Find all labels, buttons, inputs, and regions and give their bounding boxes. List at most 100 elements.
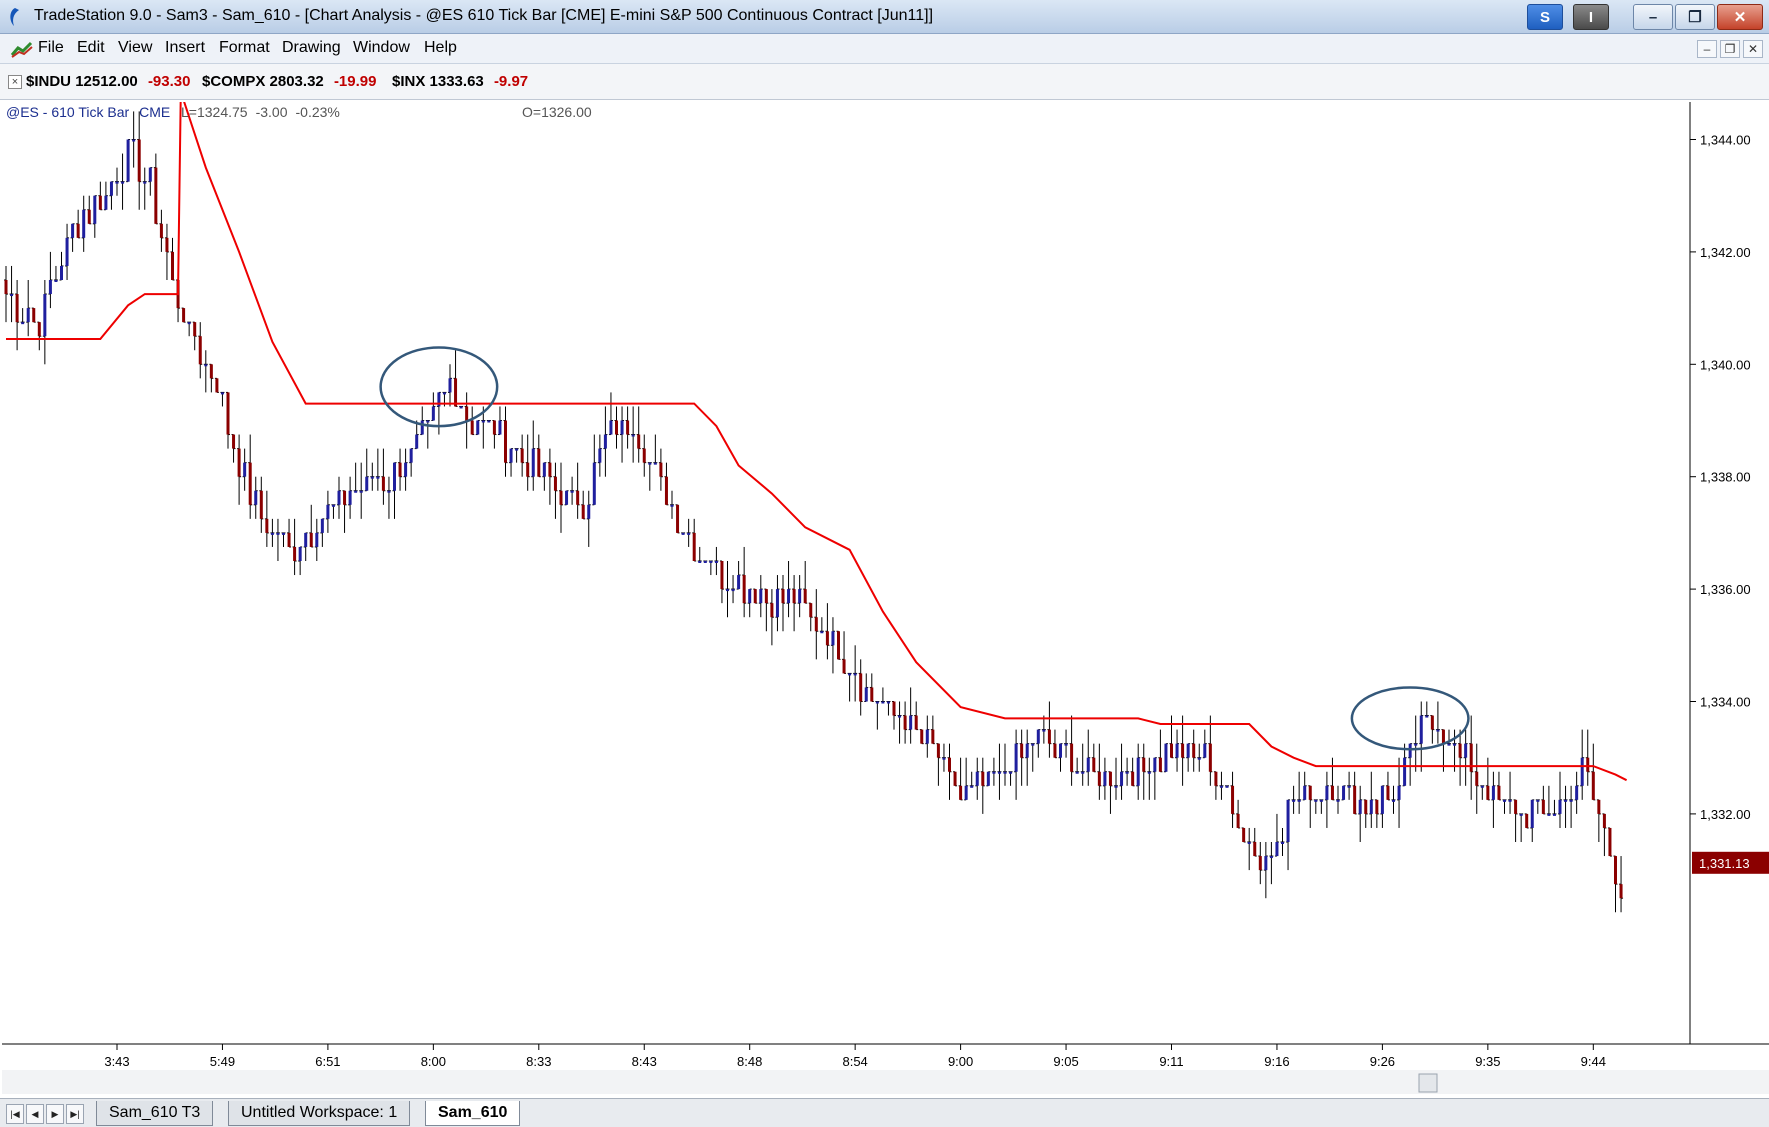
horizontal-scrollbar[interactable] [2, 1070, 1769, 1094]
first-tab-icon[interactable]: |◀ [6, 1104, 24, 1124]
price-bar-body [720, 561, 724, 590]
tab-sam-610-t3[interactable]: Sam_610 T3 [96, 1101, 214, 1126]
price-bar-body [914, 715, 918, 730]
price-bar-body [331, 504, 335, 507]
price-bar-body [1042, 729, 1046, 732]
chart-analysis-window[interactable]: 1,344.00 1,342.00 1,340.00 1,338.00 1,336.00… [2, 91, 1769, 1098]
mdi-minimize-button[interactable]: – [1697, 40, 1717, 58]
price-bar-body [775, 589, 779, 618]
s-menu-button[interactable]: S [1527, 4, 1563, 30]
price-bar [1163, 743, 1168, 773]
y-axis-tick-label: 1,344.00 [1700, 133, 1751, 148]
price-bar [475, 420, 480, 436]
price-bar-body [531, 448, 535, 477]
price-bar-body [1569, 799, 1573, 802]
price-bar-body [259, 490, 263, 519]
price-bar-body [442, 392, 446, 395]
price-bar-body [1297, 799, 1301, 802]
price-bar-body [1564, 799, 1568, 802]
price-bar [181, 307, 186, 323]
ticker-compx[interactable]: $COMPX 2803.32 -19.99 [202, 73, 376, 90]
price-bar-body [1347, 785, 1351, 788]
price-bar-body [54, 280, 58, 282]
scrollbar-thumb[interactable] [1418, 1073, 1438, 1093]
price-chart[interactable]: 1,344.00 1,342.00 1,340.00 1,338.00 1,336.00… [2, 91, 1769, 1098]
price-bar-body [76, 223, 80, 238]
close-icon: ✕ [1733, 9, 1747, 26]
maximize-button[interactable]: ❐ [1675, 4, 1715, 30]
price-bar-body [920, 729, 924, 744]
price-bar-body [959, 785, 963, 800]
price-bar-body [1186, 743, 1190, 758]
price-bar-body [792, 589, 796, 604]
price-bar-body [681, 532, 685, 535]
menu-edit[interactable]: Edit [77, 39, 105, 57]
price-bar-body [576, 490, 580, 505]
price-bar-body [415, 434, 419, 449]
price-bar-body [714, 561, 718, 563]
tab-untitled-workspace[interactable]: Untitled Workspace: 1 [228, 1101, 411, 1126]
price-bar-body [1264, 856, 1268, 871]
price-bar-body [1536, 799, 1540, 802]
menu-drawing[interactable]: Drawing [282, 39, 341, 57]
price-bar-body [609, 420, 613, 435]
price-bar-body [1430, 715, 1434, 730]
price-bar-body [470, 420, 474, 435]
last-tab-icon[interactable]: ▶| [66, 1104, 84, 1124]
ticker-symbol: $COMPX [202, 73, 266, 90]
price-bar-body [1508, 799, 1512, 802]
price-bar [1225, 785, 1229, 788]
price-bar-body [1358, 799, 1362, 814]
price-bar-body [1519, 813, 1523, 816]
next-tab-icon[interactable]: ▶ [46, 1104, 64, 1124]
price-bar-body [1392, 799, 1395, 802]
price-bar-body [1281, 842, 1284, 844]
price-bar-body [1330, 785, 1334, 800]
previous-tab-icon[interactable]: ◀ [26, 1104, 44, 1124]
price-bar-body [82, 209, 86, 238]
price-bar-body [193, 322, 197, 337]
price-bar-body [1364, 799, 1368, 814]
price-bar-body [393, 462, 396, 491]
y-axis-tick-label: 1,336.00 [1700, 582, 1751, 597]
price-bar-body [1491, 785, 1495, 800]
menu-format[interactable]: Format [219, 39, 270, 57]
ticker-price: 12512.00 [75, 73, 138, 90]
mdi-close-button[interactable]: ✕ [1743, 40, 1763, 58]
price-bar-body [448, 378, 452, 393]
price-bar-body [1525, 813, 1529, 828]
price-bar-body [1597, 799, 1601, 814]
menu-window[interactable]: Window [353, 39, 410, 57]
price-bar-body [426, 420, 430, 423]
price-bar-body [587, 504, 591, 519]
menu-help[interactable]: Help [424, 39, 457, 57]
tab-sam-610[interactable]: Sam_610 [425, 1101, 521, 1126]
price-bar-body [1342, 785, 1346, 800]
price-bar-body [1325, 785, 1329, 800]
price-bar-body [204, 364, 208, 367]
price-bar-body [398, 462, 402, 477]
price-bar-body [592, 462, 596, 505]
close-button[interactable]: ✕ [1717, 4, 1763, 30]
price-bar-body [1231, 785, 1235, 814]
price-bar-body [1258, 856, 1262, 871]
ticker-indu[interactable]: $INDU 12512.00 -93.30 [26, 73, 190, 90]
price-bar-body [315, 532, 319, 547]
tradestation-app-icon [10, 8, 19, 26]
mdi-restore-button[interactable]: ❐ [1720, 40, 1740, 58]
minimize-button[interactable]: – [1633, 4, 1673, 30]
y-axis-tick-label: 1,340.00 [1700, 357, 1751, 372]
ticker-inx[interactable]: $INX 1333.63 -9.97 [392, 73, 528, 90]
price-bar-body [1147, 771, 1151, 774]
x-axis-tick-label: 8:54 [842, 1054, 867, 1069]
price-bar-body [298, 546, 302, 561]
price-bar-body [820, 631, 824, 634]
i-menu-button[interactable]: I [1573, 4, 1609, 30]
menu-file[interactable]: File [38, 39, 64, 57]
menu-view[interactable]: View [118, 39, 152, 57]
menu-insert[interactable]: Insert [165, 39, 205, 57]
price-bar-body [515, 448, 519, 451]
price-bar-body [1480, 785, 1484, 788]
ticker-bar-close-icon[interactable]: × [8, 75, 22, 89]
price-bar-body [1214, 771, 1218, 786]
